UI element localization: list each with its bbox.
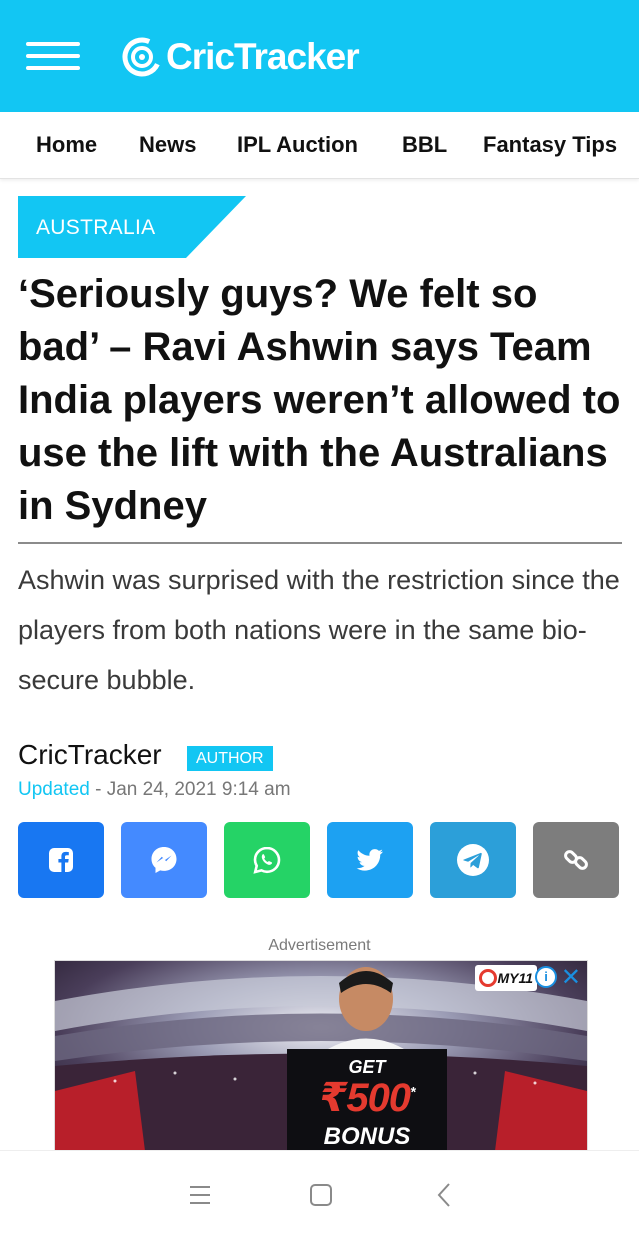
article-headline: ‘Seriously guys? We felt so bad’ – Ravi …: [18, 272, 621, 528]
share-copy-link-button[interactable]: [533, 822, 619, 898]
system-nav-bar: [0, 1150, 639, 1237]
back-icon[interactable]: [436, 1182, 452, 1208]
menu-icon[interactable]: [189, 1184, 211, 1206]
category-tag[interactable]: AUSTRALIA: [18, 196, 246, 258]
nav-item-fantasy-tips[interactable]: Fantasy Tips: [483, 132, 617, 158]
nav-item-ipl-auction[interactable]: IPL Auction: [237, 132, 358, 158]
brand-name: MY11: [497, 970, 533, 986]
offer-amount: ₹500*: [287, 1075, 447, 1121]
twitter-icon: [356, 849, 383, 871]
author-badge: AUTHOR: [187, 746, 273, 771]
facebook-icon: [49, 848, 73, 872]
updated-label: Updated: [18, 779, 90, 800]
brand-circle-icon: [479, 969, 497, 987]
share-telegram-button[interactable]: [430, 822, 516, 898]
updated-date: - Jan 24, 2021 9:14 am: [95, 779, 291, 800]
site-logo[interactable]: CricTracker: [122, 36, 360, 78]
link-icon: [564, 850, 588, 870]
offer-asterisk: *: [410, 1083, 416, 1100]
advertisement-banner[interactable]: MY11 i ✕ GET ₹500* BONUS: [54, 960, 588, 1152]
author-name[interactable]: CricTracker: [18, 739, 162, 771]
telegram-icon: [457, 844, 489, 876]
main-nav: Home News IPL Auction BBL Fantasy Tips: [0, 112, 639, 179]
category-label: AUSTRALIA: [36, 216, 156, 239]
headline-divider: [18, 542, 622, 544]
messenger-icon: [151, 847, 177, 873]
offer-bonus-text: BONUS: [323, 1123, 411, 1150]
share-twitter-button[interactable]: [327, 822, 413, 898]
share-whatsapp-button[interactable]: [224, 822, 310, 898]
nav-item-bbl[interactable]: BBL: [402, 132, 447, 158]
nav-item-news[interactable]: News: [139, 132, 196, 158]
logo-text: CricTracker: [166, 36, 360, 77]
ad-close-icon[interactable]: ✕: [561, 963, 581, 992]
home-icon[interactable]: [309, 1183, 333, 1207]
advertisement-label: Advertisement: [268, 937, 371, 954]
updated-line: Updated - Jan 24, 2021 9:14 am: [18, 779, 291, 801]
nav-item-home[interactable]: Home: [36, 132, 97, 158]
share-messenger-button[interactable]: [121, 822, 207, 898]
bonus-offer-badge: GET ₹500* BONUS: [287, 1049, 447, 1151]
article-subheading: Ashwin was surprised with the restrictio…: [18, 565, 620, 695]
offer-amount-value: ₹500: [319, 1076, 411, 1120]
ad-info-icon[interactable]: i: [535, 966, 557, 988]
whatsapp-icon: [253, 846, 281, 874]
header-bar: CricTracker: [0, 0, 639, 112]
share-facebook-button[interactable]: [18, 822, 104, 898]
logo-mark-icon: [122, 37, 162, 77]
hamburger-menu-icon[interactable]: [26, 42, 80, 70]
brand-logo: MY11: [475, 965, 537, 991]
